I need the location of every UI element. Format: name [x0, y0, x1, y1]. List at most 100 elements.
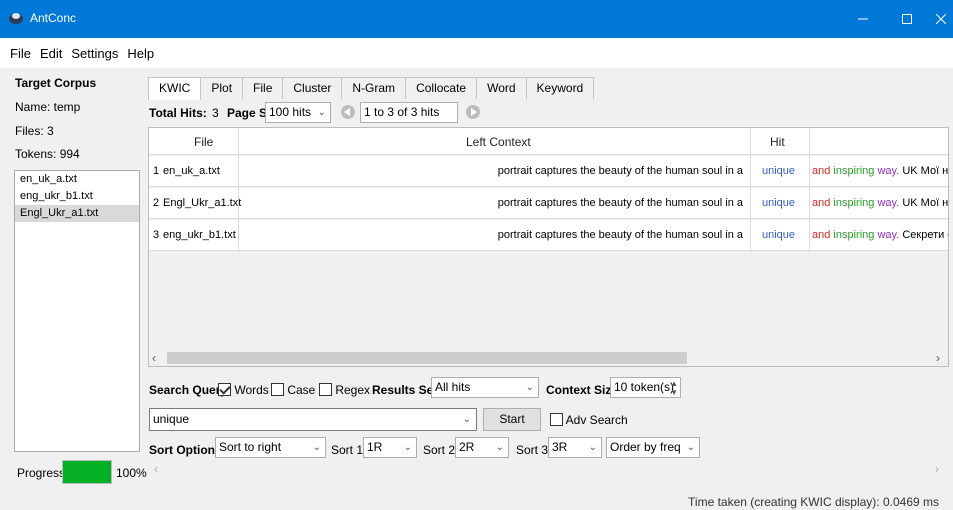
tab-keyword[interactable]: Keyword — [525, 77, 595, 99]
table-row[interactable]: 1 en_uk_a.txt portrait captures the beau… — [149, 156, 948, 187]
start-button[interactable]: Start — [483, 408, 541, 431]
antconc-app-icon — [9, 13, 23, 24]
row-file: Engl_Ukr_a1.txt — [163, 197, 242, 209]
column-divider — [238, 128, 239, 252]
right-word-1: and — [812, 197, 831, 209]
table-row[interactable]: 2 Engl_Ukr_a1.txt portrait captures the … — [149, 188, 949, 219]
total-hits-label: Total Hits: — [149, 106, 207, 120]
horizontal-scrollbar[interactable]: ‹ › — [149, 350, 948, 366]
row-right-context: and inspiring way. UK Мої на — [812, 165, 948, 177]
row-number: 2 — [153, 197, 160, 209]
order-select[interactable]: Order by freq ⌄ — [606, 437, 700, 458]
chevron-down-icon: ⌄ — [403, 442, 412, 453]
results-set-select[interactable]: All hits ⌄ — [431, 377, 539, 398]
right-word-rest: UK Мої на — [902, 197, 949, 209]
tab-cluster[interactable]: Cluster — [282, 77, 343, 99]
sort1-select[interactable]: 1R ⌄ — [363, 437, 417, 458]
status-bar: Time taken (creating KWIC display): 0.04… — [0, 494, 953, 510]
chevron-down-icon: ⌄ — [495, 442, 504, 453]
right-word-3: way. — [877, 165, 900, 177]
minimize-button[interactable] — [840, 0, 886, 38]
bottom-horizontal-scrollbar[interactable]: ‹ › — [148, 461, 949, 477]
chevron-down-icon: ⌄ — [317, 107, 326, 118]
scrollbar-thumb[interactable] — [167, 352, 687, 364]
menu-file[interactable]: File — [10, 46, 31, 61]
spinner-arrows-icon[interactable]: ▲ ▼ — [670, 379, 678, 397]
kwic-results-table[interactable]: File Left Context Hit 1 en_uk_a.txt port… — [148, 127, 949, 367]
menu-settings[interactable]: Settings — [71, 46, 118, 61]
file-list-item[interactable]: eng_ukr_b1.txt — [15, 188, 139, 205]
hits-range-field[interactable]: 1 to 3 of 3 hits — [360, 102, 458, 123]
tab-kwic[interactable]: KWIC — [148, 77, 202, 100]
table-row[interactable]: 3 eng_ukr_b1.txt portrait captures the b… — [149, 220, 949, 251]
close-button[interactable] — [918, 0, 953, 38]
page-size-select[interactable]: 100 hits ⌄ — [265, 102, 331, 123]
scroll-left-icon[interactable]: ‹ — [152, 351, 156, 365]
adv-search-option[interactable]: Adv Search — [550, 413, 628, 427]
close-icon — [936, 14, 946, 24]
words-option[interactable]: Words — [218, 383, 269, 397]
column-header-file[interactable]: File — [194, 135, 213, 149]
tool-tabs: KWIC Plot File Cluster N-Gram Collocate … — [148, 77, 595, 100]
search-history-dropdown-icon[interactable]: ⌄ — [463, 409, 471, 430]
sort3-select[interactable]: 3R ⌄ — [548, 437, 602, 458]
menu-help[interactable]: Help — [127, 46, 154, 61]
case-checkbox[interactable] — [271, 383, 284, 396]
sort2-value: 2R — [459, 440, 475, 454]
progress-fill — [63, 461, 111, 483]
column-divider — [809, 128, 810, 252]
hits-range: 1 to 3 of 3 hits — [364, 105, 440, 119]
column-header-left-context[interactable]: Left Context — [466, 135, 531, 149]
regex-label: Regex — [335, 383, 371, 397]
search-input[interactable]: unique ⌄ — [149, 408, 477, 431]
menu-edit[interactable]: Edit — [40, 46, 62, 61]
chevron-down-icon: ⌄ — [588, 442, 597, 453]
maximize-icon — [902, 14, 912, 24]
adv-search-checkbox[interactable] — [550, 413, 563, 426]
words-checkbox[interactable] — [218, 383, 231, 396]
context-size-spinner[interactable]: 10 token(s) ▲ ▼ — [610, 377, 681, 398]
sort3-label: Sort 3 — [516, 443, 549, 457]
minimize-icon — [858, 18, 868, 20]
next-page-button[interactable] — [466, 105, 480, 119]
sort1-label: Sort 1 — [331, 443, 364, 457]
order-value: Order by freq — [610, 440, 681, 454]
chevron-down-icon: ⌄ — [525, 382, 534, 393]
scroll-left-icon[interactable]: ‹ — [154, 462, 158, 476]
hits-bar: Total Hits: 3 Page Size 100 hits ⌄ 1 to … — [148, 99, 808, 125]
sort2-select[interactable]: 2R ⌄ — [455, 437, 509, 458]
tab-ngram[interactable]: N-Gram — [341, 77, 407, 99]
row-file: eng_ukr_b1.txt — [163, 229, 236, 241]
sort3-value: 3R — [552, 440, 568, 454]
row-hit: unique — [762, 165, 796, 177]
corpus-name: Name: temp — [15, 100, 81, 114]
column-header-hit[interactable]: Hit — [770, 135, 785, 149]
file-list-item[interactable]: en_uk_a.txt — [15, 171, 139, 188]
tab-word[interactable]: Word — [476, 77, 527, 99]
target-corpus-heading: Target Corpus — [15, 76, 97, 90]
case-option[interactable]: Case — [271, 383, 315, 397]
corpus-file-list[interactable]: en_uk_a.txt eng_ukr_b1.txt Engl_Ukr_a1.t… — [14, 170, 140, 452]
sort2-label: Sort 2 — [423, 443, 456, 457]
corpus-panel: Target Corpus Name: temp Files: 3 Tokens… — [0, 68, 148, 510]
search-query-label: Search Query — [149, 383, 228, 397]
tab-collocate[interactable]: Collocate — [405, 77, 478, 99]
row-left-context: portrait captures the beauty of the huma… — [497, 165, 743, 177]
tab-plot[interactable]: Plot — [200, 77, 244, 99]
tab-file[interactable]: File — [242, 77, 284, 99]
case-label: Case — [287, 383, 316, 397]
chevron-down-icon: ⌄ — [312, 442, 321, 453]
previous-page-button[interactable] — [341, 105, 355, 119]
results-set-label: Results Set — [372, 383, 438, 397]
regex-checkbox[interactable] — [319, 383, 332, 396]
scroll-right-icon[interactable]: › — [935, 462, 939, 476]
right-word-rest: Секрети с — [902, 229, 949, 241]
chevron-down-icon: ⌄ — [686, 442, 695, 453]
row-right-context: and inspiring way. UK Мої на — [812, 197, 949, 209]
scroll-right-icon[interactable]: › — [936, 351, 940, 365]
progress-bar — [62, 460, 112, 484]
file-list-item-selected[interactable]: Engl_Ukr_a1.txt — [15, 205, 139, 222]
regex-option[interactable]: Regex — [319, 383, 370, 397]
sort-mode-select[interactable]: Sort to right ⌄ — [215, 437, 326, 458]
status-text: Time taken (creating KWIC display): 0.04… — [688, 495, 939, 509]
